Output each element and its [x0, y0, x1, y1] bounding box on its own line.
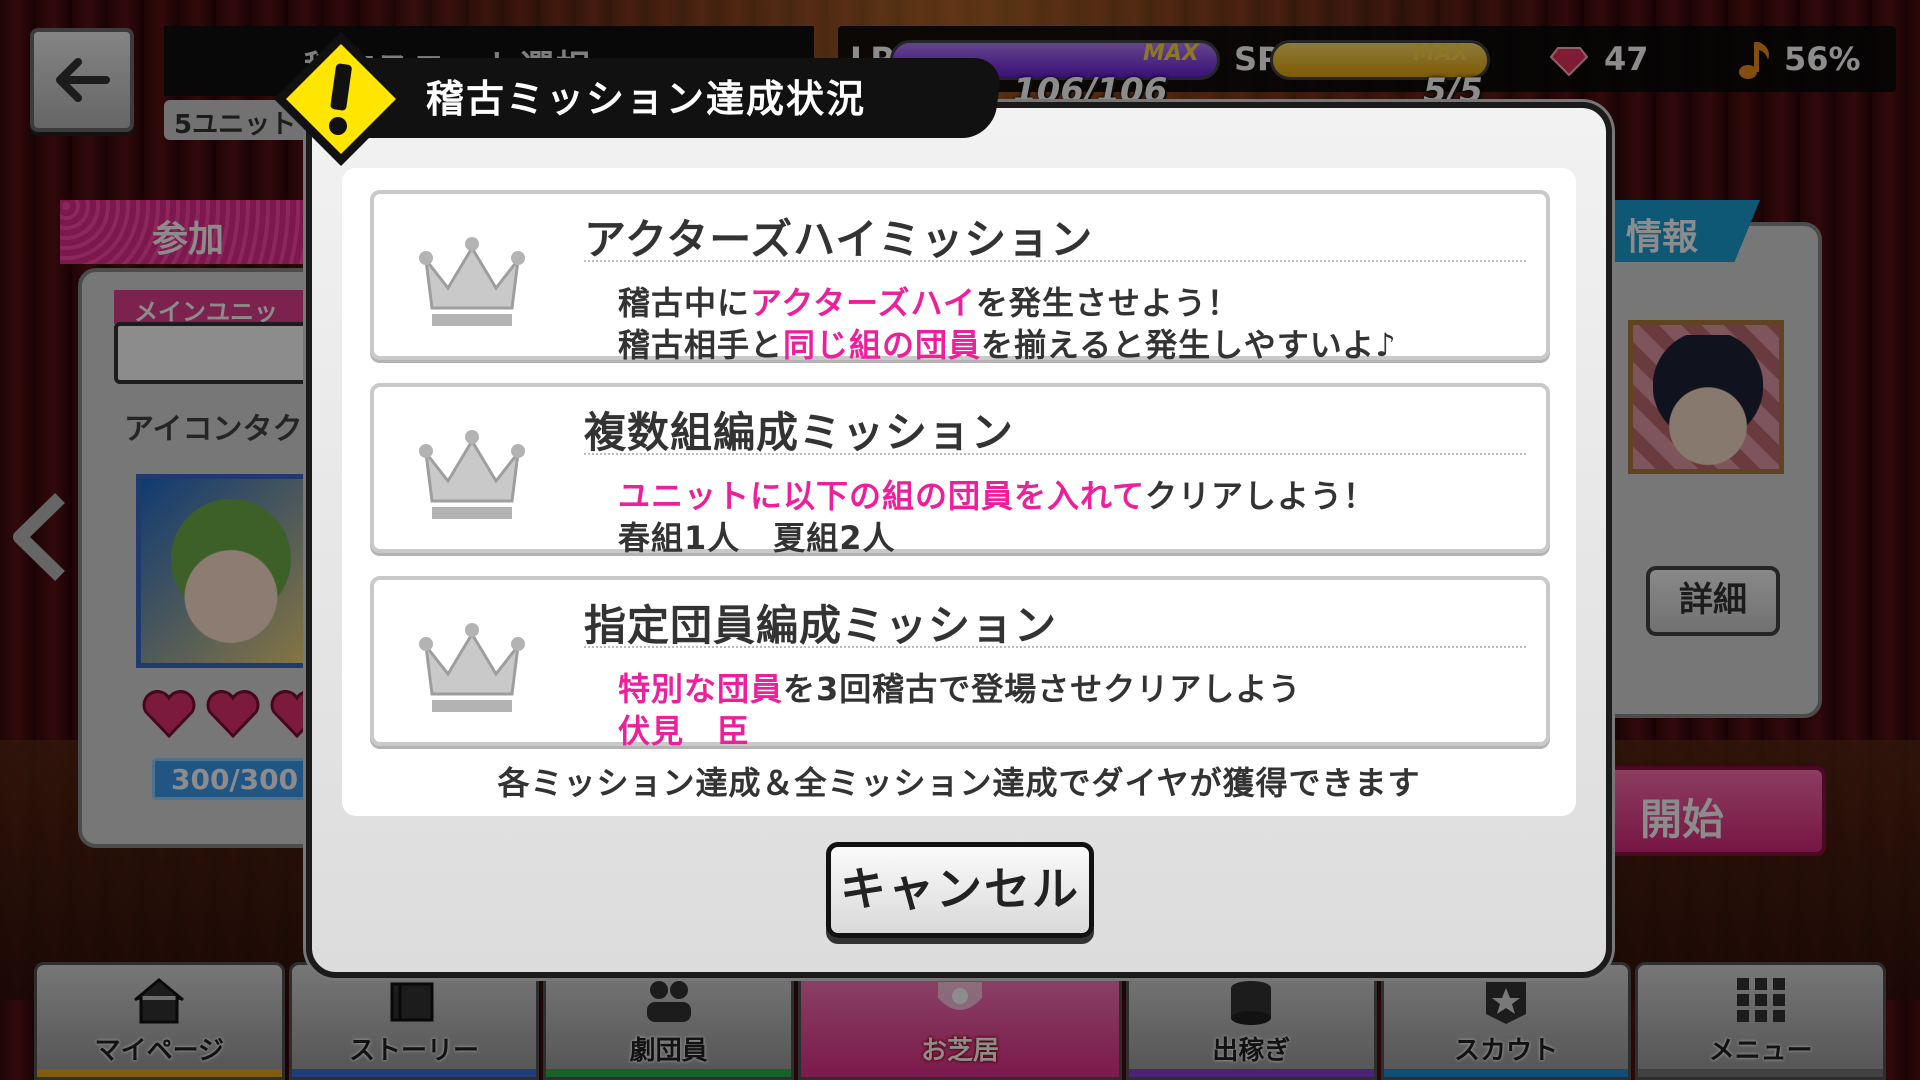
divider — [584, 453, 1526, 455]
mission-description: 稽古相手と同じ組の団員を揃えると発生しやすいよ♪ — [618, 320, 1397, 366]
crown-icon — [419, 623, 525, 712]
exclamation-icon — [274, 32, 408, 166]
dialog-footer-note: 各ミッション達成＆全ミッション達成でダイヤが獲得できます — [497, 764, 1421, 802]
mission-title: アクターズハイミッション — [584, 215, 1094, 264]
dialog-title: 稽古ミッション達成状況 — [426, 77, 867, 121]
crown-icon — [419, 430, 525, 519]
mission-title: 指定団員編成ミッション — [584, 601, 1058, 650]
mission-card: 複数組編成ミッション ユニットに以下の組の団員を入れてクリアしよう！ 春組1人 夏組… — [370, 383, 1550, 557]
mission-description: 伏見 臣 — [618, 706, 750, 752]
divider — [584, 646, 1526, 648]
mission-description: 稽古中にアクターズハイを発生させよう！ — [618, 278, 1240, 324]
cancel-button[interactable]: キャンセル — [826, 842, 1094, 938]
description-text: 稽古相手と — [618, 326, 784, 364]
description-text: 春組1人 夏組2人 — [618, 519, 896, 557]
highlighted-text: 同じ組の団員 — [783, 326, 982, 364]
description-text: を3回稽古で登場させクリアしよう — [783, 670, 1302, 708]
mission-title: 複数組編成ミッション — [584, 408, 1015, 457]
divider — [584, 260, 1526, 262]
mission-card: 指定団員編成ミッション特別な団員を3回稽古で登場させクリアしよう 伏見 臣 — [370, 576, 1550, 750]
description-text: 稽古中に — [618, 284, 751, 322]
highlighted-text: ユニットに以下の組の団員を入れて — [618, 477, 1146, 515]
mission-description: ユニットに以下の組の団員を入れてクリアしよう！ — [618, 471, 1376, 517]
crown-icon — [419, 237, 525, 326]
mission-card: アクターズハイミッション 稽古中にアクターズハイを発生させよう！ 稽古相手と同じ組の… — [370, 190, 1550, 364]
highlighted-text: アクターズハイ — [750, 284, 976, 322]
description-text: を揃えると発生しやすいよ♪ — [981, 326, 1397, 364]
description-text: クリアしよう！ — [1145, 477, 1377, 515]
highlighted-text: 伏見 臣 — [618, 712, 751, 750]
mission-description: 春組1人 夏組2人 — [618, 513, 896, 559]
highlighted-text: 特別な団員 — [618, 670, 784, 708]
description-text: を発生させよう！ — [975, 284, 1240, 322]
mission-description: 特別な団員を3回稽古で登場させクリアしよう — [618, 664, 1301, 710]
